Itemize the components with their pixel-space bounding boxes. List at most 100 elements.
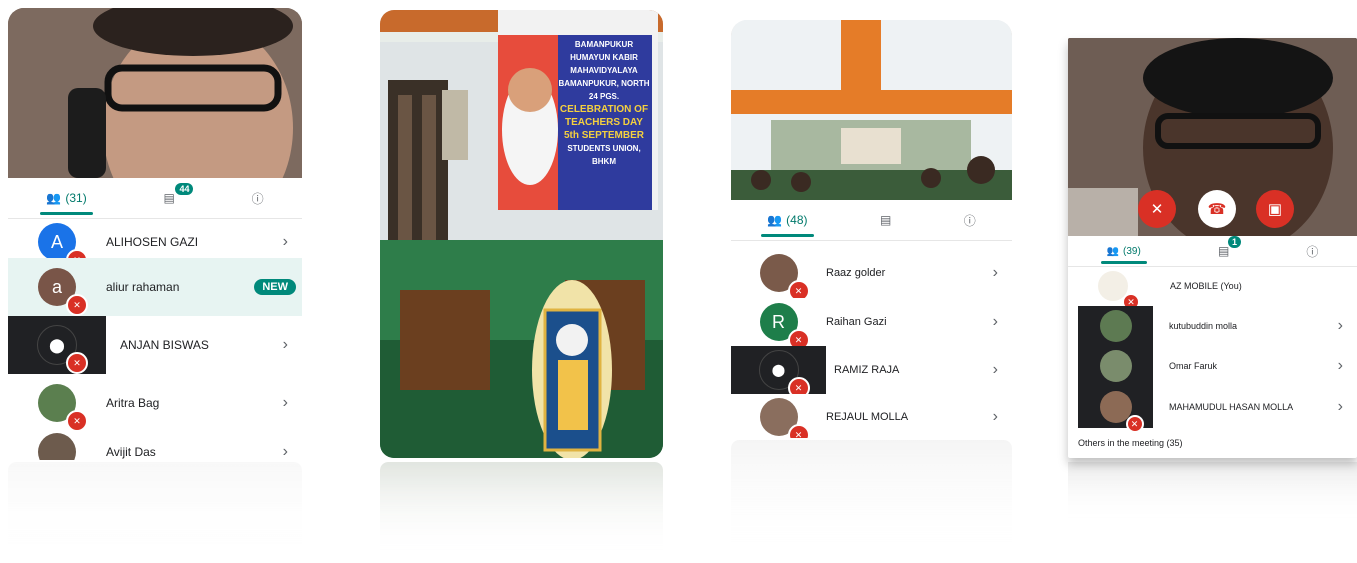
participant-row[interactable]: a ✕ aliur rahaman NEW [8,258,302,316]
participant-name: RAMIZ RAJA [834,364,900,376]
chevron-right-icon: › [282,394,288,411]
pin-icon: ⬤ [771,363,786,377]
participant-row[interactable]: ✕ Raaz golder › [731,248,1012,302]
banner-line: BAMANPUKUR HUMAYUN KABIR MAHAVIDYALAYA [570,40,638,75]
banner-line: 5th SEPTEMBER [563,130,644,141]
chevron-right-icon: › [282,336,288,353]
avatar: R ✕ [759,303,810,351]
tab-chat[interactable]: ▤ 44 [163,183,194,205]
avatar: ✕ [1098,271,1140,311]
panel-1-meet-screenshot: 👥 (31) ▤ 44 ⓘ A ✕ ALIHOSEN GAZI › a ✕ [8,8,302,460]
tab-people[interactable]: 👥 (31) [40,191,93,215]
tab-info[interactable]: ⓘ [964,212,976,229]
banner-text: BAMANPUKUR HUMAYUN KABIR MAHAVIDYALAYA B… [556,38,652,168]
panel-3-reflection [731,440,1012,555]
info-icon: ⓘ [251,191,264,206]
participant-tile [1078,346,1153,386]
info-icon: ⓘ [1306,244,1319,259]
speaker-video-illustration [8,8,302,178]
tab-people[interactable]: 👥 (39) [1100,245,1147,264]
meeting-tabbar: 👥 (48) ▤ ⓘ [731,200,1012,241]
mute-mic-button[interactable]: ✕ [1138,190,1176,228]
participant-name: REJAUL MOLLA [826,411,909,423]
panel-4-meet-screenshot: ✕ ☎ ▣ 👥 (39) ▤ 1 ⓘ ✕ AZ MOBILE (You) kut… [1068,38,1357,458]
participant-name: Raaz golder [826,267,886,279]
avatar-initial: R [772,311,785,332]
avatar-initial: a [51,276,62,297]
people-count: (31) [65,191,87,205]
mic-off-icon: ✕ [1125,415,1144,433]
tab-active-indicator [761,234,814,237]
panel-3-meet-screenshot: 👥 (48) ▤ ⓘ ✕ Raaz golder › R ✕ Raihan Ga… [731,20,1012,438]
avatar: ✕ [759,398,810,438]
participant-row[interactable]: ⬤ ✕ RAMIZ RAJA › [731,346,1012,399]
meeting-tabbar: 👥 (31) ▤ 44 ⓘ [8,178,302,219]
video-feed-hall [731,20,1012,200]
participant-row[interactable]: ⬤ ✕ ANJAN BISWAS › [8,316,302,374]
others-in-meeting-label: Others in the meeting (35) [1078,438,1183,448]
participant-name: Omar Faruk [1169,361,1218,371]
tab-chat[interactable]: ▤ 1 [1218,236,1241,258]
participant-tile: ⬤ ✕ [731,346,826,399]
participant-name: Aritra Bag [106,396,160,410]
mic-off-icon: ✕ [1150,201,1164,218]
banner-line: TEACHERS DAY [565,117,643,128]
meeting-tabbar: 👥 (39) ▤ 1 ⓘ [1068,236,1357,267]
camera-toggle-button[interactable]: ▣ [1256,190,1294,228]
participant-row[interactable]: kutubuddin molla › [1068,306,1357,346]
chat-icon: ▤ [879,213,892,227]
tab-info[interactable]: ⓘ [1306,243,1318,260]
chevron-right-icon: › [992,313,998,330]
tab-people[interactable]: 👥 (48) [761,213,814,237]
avatar: ✕ [759,254,810,302]
panel-2-reflection [380,462,663,557]
chat-badge: 44 [175,183,194,195]
chevron-right-icon: › [1337,317,1343,334]
video-feed-speaker [8,8,302,178]
camera-off-icon: ▣ [1267,201,1283,218]
participant-tile: ⬤ ✕ [8,316,106,374]
chat-badge: 1 [1227,236,1241,248]
tab-chat[interactable]: ▤ [880,213,891,227]
participant-tile [1078,306,1153,346]
participant-row[interactable]: ✕ MAHAMUDUL HASAN MOLLA › [1068,386,1357,433]
participant-name: Raihan Gazi [826,316,887,328]
panel-1-reflection [8,462,302,557]
chevron-right-icon: › [992,408,998,425]
participant-name: kutubuddin molla [1169,321,1238,331]
participant-name: AZ MOBILE (You) [1170,281,1242,291]
mic-off-icon: ✕ [787,424,810,438]
participant-row[interactable]: ✕ AZ MOBILE (You) [1068,268,1357,311]
avatar [1099,350,1132,382]
participant-row[interactable]: Avijit Das › [8,432,302,460]
avatar: ⬤ ✕ [758,350,810,399]
participant-row[interactable]: Omar Faruk › [1068,346,1357,386]
hangup-icon: ☎ [1207,201,1227,218]
hang-up-button[interactable]: ☎ [1198,190,1236,228]
participant-name: ALIHOSEN GAZI [106,235,199,249]
participant-row[interactable]: ✕ REJAUL MOLLA › [731,394,1012,438]
hall-video-illustration [731,20,1012,200]
panel-2-event-photo: BAMANPUKUR HUMAYUN KABIR MAHAVIDYALAYA B… [380,10,663,458]
participant-name: Avijit Das [106,445,156,459]
people-icon: 👥 [767,213,783,227]
chevron-right-icon: › [992,264,998,281]
chevron-right-icon: › [1337,398,1343,415]
pin-icon: ⬤ [49,336,65,353]
mic-off-icon: ✕ [66,410,88,432]
mic-off-icon: ✕ [66,352,88,374]
video-feed-self: ✕ ☎ ▣ [1068,38,1357,236]
chevron-right-icon: › [992,361,998,378]
tab-info[interactable]: ⓘ [252,190,264,207]
panel-4-reflection [1068,462,1357,522]
participant-row[interactable]: R ✕ Raihan Gazi › [731,298,1012,351]
banner-line: STUDENTS UNION, BHKM [567,144,641,166]
participant-name: aliur rahaman [106,280,180,294]
participant-row[interactable]: ✕ Aritra Bag › [8,374,302,432]
banner-line: CELEBRATION OF [559,104,649,115]
chevron-right-icon: › [1337,357,1343,374]
people-count: (39) [1123,245,1141,257]
mic-off-icon: ✕ [66,294,88,316]
avatar: A ✕ [38,223,88,271]
chat-icon: ▤ [163,191,175,205]
